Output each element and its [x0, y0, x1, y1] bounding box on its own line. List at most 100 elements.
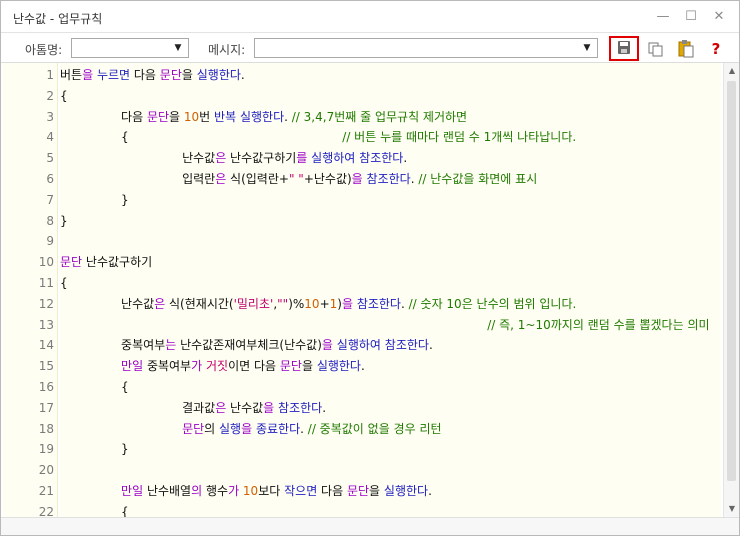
code-token: 은 [154, 296, 170, 311]
code-token: 실행하여 [311, 151, 356, 166]
code-token: 만일 [121, 359, 144, 374]
code-token: // 버튼 누를 때마다 랜덤 수 1개씩 나타납니다. [342, 130, 577, 145]
save-button[interactable] [609, 36, 639, 61]
code-token: 실행한다 [239, 109, 285, 124]
code-token: 을 [351, 172, 367, 186]
code-token: 난수값존재여부체크(난수값) [180, 338, 322, 353]
code-editor[interactable]: 1234567891011121314151617181920212223 버튼… [3, 63, 737, 517]
code-token: . [403, 151, 408, 166]
line-number: 14 [38, 338, 54, 353]
code-token: 을 [341, 296, 357, 311]
code-line[interactable]: 난수값은 난수값구하기를 실행하여 참조한다. [60, 148, 407, 168]
code-line[interactable]: 버튼을 누르면 다음 문단을 실행한다. [60, 65, 245, 85]
code-token: 다음 [130, 68, 160, 82]
code-line[interactable]: 난수값은 식(현재시간('밀리초',"")%10+1)을 참조한다. // 숫자… [60, 294, 576, 314]
vertical-scrollbar[interactable]: ▲ ▼ [723, 63, 739, 517]
code-token: 중복여부 [60, 338, 166, 353]
scroll-thumb[interactable] [727, 81, 736, 481]
code-line[interactable]: 중복여부는 난수값존재여부체크(난수값)을 실행하여 참조한다. [60, 335, 433, 355]
code-line[interactable]: 만일 난수배열의 행수가 10보다 작으면 다음 문단을 실행한다. [60, 481, 432, 501]
code-token: 문단 [182, 421, 205, 436]
code-line[interactable]: { [60, 86, 68, 106]
paste-icon [678, 40, 694, 58]
code-line[interactable]: } [60, 190, 129, 210]
code-token: 은 [215, 400, 231, 415]
code-token: // 3,4,7번째 줄 업무규칙 제거하면 [291, 109, 468, 124]
code-token: 실행한다 [316, 359, 361, 374]
code-token: { [60, 88, 68, 103]
code-token: . [240, 68, 245, 82]
close-button[interactable]: ✕ [709, 7, 729, 27]
code-line[interactable]: } [60, 211, 68, 231]
code-token: 난수값구하기 [230, 151, 297, 166]
code-line[interactable]: // 즉, 1~10까지의 랜덤 수를 뽑겠다는 의미 [60, 315, 710, 335]
code-token: 을 [301, 359, 317, 374]
code-token: 10 [183, 109, 200, 124]
line-number: 4 [46, 130, 54, 145]
copy-button[interactable] [645, 38, 667, 60]
code-token: } [60, 192, 129, 207]
code-token: { [60, 380, 129, 394]
code-token: "" [277, 296, 289, 311]
code-line[interactable]: { // 버튼 누를 때마다 랜덤 수 1개씩 나타납니다. [60, 127, 576, 147]
line-number: 10 [38, 255, 54, 270]
code-token: " " [288, 172, 304, 186]
code-token: 누르면 [96, 68, 131, 82]
code-line[interactable]: 입력란은 식(입력란+" "+난수값)을 참조한다. // 난수값을 화면에 표… [60, 169, 537, 189]
scroll-down-icon[interactable]: ▼ [724, 501, 740, 517]
chevron-down-icon[interactable]: ▼ [581, 42, 593, 54]
code-line[interactable]: 문단 난수값구하기 [60, 252, 152, 272]
code-token: . [428, 484, 432, 498]
code-token: 이면 다음 [228, 359, 280, 374]
line-number: 5 [46, 151, 54, 166]
code-token: // 즉, 1~10까지의 랜덤 수를 뽑겠다는 의미 [487, 317, 710, 332]
code-token: { [60, 276, 68, 290]
code-token: 식(입력란+ [230, 172, 289, 186]
scroll-up-icon[interactable]: ▲ [724, 63, 740, 79]
code-token: 실행한다 [196, 68, 241, 82]
code-token: 을 [169, 109, 184, 124]
line-number: 12 [38, 296, 54, 311]
rule-editor-window: 난수값 - 업무규칙 — ☐ ✕ 아톰명: ▼ 메시지: ▼ ? 1 2 3 4… [0, 0, 740, 536]
code-token: 의 [191, 484, 206, 498]
code-line[interactable]: 만일 중복여부가 거짓이면 다음 문단을 실행한다. [60, 356, 365, 376]
code-token: . [400, 296, 409, 311]
code-line[interactable]: } [60, 439, 129, 459]
title-bar[interactable]: 난수값 - 업무규칙 — ☐ ✕ [1, 1, 739, 33]
minimize-button[interactable]: — [653, 7, 673, 27]
code-token: 만일 [121, 484, 144, 498]
code-token: 실행하여 [336, 338, 381, 353]
code-line[interactable]: 문단의 실행을 종료한다. // 중복값이 없을 경우 리턴 [60, 419, 441, 439]
code-token: 난수값 [60, 151, 216, 166]
code-line[interactable]: 결과값은 난수값을 참조한다. [60, 398, 326, 418]
code-token: 다음 [60, 109, 147, 124]
code-line[interactable]: { [60, 502, 129, 517]
help-button[interactable]: ? [705, 38, 727, 60]
code-token: 을 [321, 338, 337, 353]
message-combo[interactable]: ▼ [254, 38, 598, 58]
line-number: 8 [46, 213, 54, 228]
line-number: 1 [46, 68, 54, 82]
paste-button[interactable] [675, 38, 697, 60]
code-token: 작으면 [284, 484, 318, 498]
code-line[interactable]: { [60, 377, 129, 397]
code-token: 은 [215, 151, 231, 166]
code-token: 식(현재시간( [169, 296, 234, 311]
line-number: 21 [38, 484, 54, 498]
code-line[interactable]: 다음 문단을 10번 반복 실행한다. // 3,4,7번째 줄 업무규칙 제거… [60, 107, 467, 127]
code-token: 의 [204, 421, 220, 436]
code-line[interactable]: { [60, 273, 68, 293]
code-token: 가 [228, 484, 243, 498]
code-token: 참조한다 [366, 172, 411, 186]
action-combo[interactable]: ▼ [71, 38, 189, 58]
chevron-down-icon[interactable]: ▼ [172, 42, 184, 54]
maximize-button[interactable]: ☐ [681, 7, 701, 27]
code-area[interactable]: 버튼을 누르면 다음 문단을 실행한다. { 다음 문단을 10번 반복 실행한다… [60, 63, 721, 517]
window-title: 난수값 - 업무규칙 [13, 12, 103, 26]
code-token: '밀리초' [233, 296, 274, 311]
toolbar: 아톰명: ▼ 메시지: ▼ ? [1, 33, 739, 63]
line-number: 17 [38, 400, 54, 415]
line-number: 9 [46, 234, 54, 249]
